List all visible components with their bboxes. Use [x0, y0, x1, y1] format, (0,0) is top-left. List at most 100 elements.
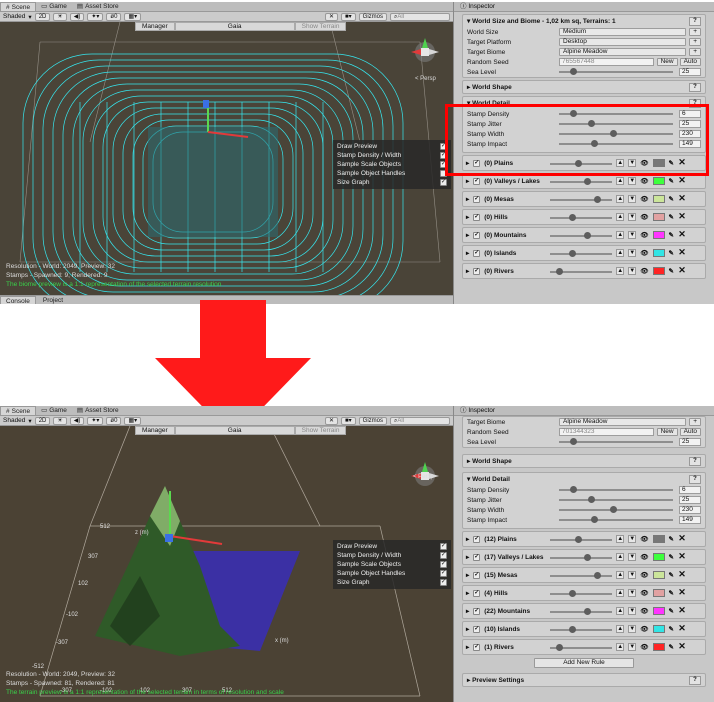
- move-up-icon[interactable]: ▲: [616, 589, 625, 597]
- eyedropper-icon[interactable]: ✎: [669, 553, 674, 561]
- slider-knob[interactable]: [593, 571, 601, 579]
- property-dropdown[interactable]: Alpine Meadow: [559, 48, 687, 56]
- move-down-icon[interactable]: ▼: [628, 177, 637, 185]
- overlay-checkbox[interactable]: ✓: [440, 179, 447, 186]
- rule-slider[interactable]: [550, 625, 613, 633]
- scene-viewport[interactable]: Manager Gaia Show Terrain < Persp z (m) …: [0, 426, 453, 702]
- eyedropper-icon[interactable]: ✎: [669, 231, 674, 239]
- move-down-icon[interactable]: ▼: [628, 571, 637, 579]
- slider-knob[interactable]: [568, 625, 576, 633]
- slider-knob[interactable]: [568, 589, 576, 597]
- detail-slider[interactable]: [559, 506, 673, 514]
- rule-color-swatch[interactable]: [652, 607, 665, 615]
- overlay-checkbox[interactable]: ✓: [440, 570, 447, 577]
- move-down-icon[interactable]: ▼: [628, 589, 637, 597]
- detail-value-field[interactable]: 230: [679, 506, 701, 514]
- mode-2d-button[interactable]: 2D: [34, 12, 51, 21]
- rule-slider[interactable]: [550, 571, 613, 579]
- slider-knob[interactable]: [584, 553, 592, 561]
- rule-enabled-checkbox[interactable]: ✓: [473, 535, 481, 543]
- rule-slider[interactable]: [550, 589, 613, 597]
- rule-slider[interactable]: [550, 249, 613, 257]
- property-dropdown[interactable]: Desktop: [559, 38, 687, 46]
- rule-slider[interactable]: [550, 607, 613, 615]
- rule-slider[interactable]: [550, 643, 613, 651]
- move-up-icon[interactable]: ▲: [616, 177, 625, 185]
- expand-icon[interactable]: ▸: [466, 249, 469, 257]
- eyedropper-icon[interactable]: ✎: [669, 625, 674, 633]
- move-up-icon[interactable]: ▲: [616, 571, 625, 579]
- expand-icon[interactable]: ▸: [466, 607, 469, 615]
- inspector-tab[interactable]: ⓘ Inspector: [454, 406, 714, 416]
- rule-enabled-checkbox[interactable]: ✓: [473, 553, 481, 561]
- rule-enabled-checkbox[interactable]: ✓: [473, 231, 481, 239]
- rule-color-swatch[interactable]: [652, 589, 665, 597]
- detail-slider[interactable]: [559, 496, 673, 504]
- eyedropper-icon[interactable]: ✎: [669, 643, 674, 651]
- persp-label[interactable]: < Persp: [415, 76, 436, 82]
- world-shape-header[interactable]: ▸ World Shape?: [463, 455, 705, 467]
- expand-icon[interactable]: ▸: [466, 589, 469, 597]
- help-icon[interactable]: ?: [689, 675, 701, 685]
- persp-label[interactable]: < Persp: [413, 474, 434, 480]
- manager-tab[interactable]: Manager: [135, 22, 175, 31]
- delete-rule-icon[interactable]: ✕: [678, 230, 686, 239]
- tab-game[interactable]: ▭ Game: [36, 2, 72, 11]
- sea-level-field[interactable]: 25: [679, 438, 701, 446]
- detail-value-field[interactable]: 25: [679, 496, 701, 504]
- eyedropper-icon[interactable]: ✎: [669, 195, 674, 203]
- camera-icon[interactable]: ■▾: [341, 12, 356, 21]
- manager-tab[interactable]: Manager: [135, 426, 175, 435]
- search-input[interactable]: ⌕ All: [390, 416, 450, 425]
- eye-icon[interactable]: 👁: [640, 177, 648, 185]
- rule-enabled-checkbox[interactable]: ✓: [473, 267, 481, 275]
- world-detail-header[interactable]: ▾ World Detail?: [463, 473, 705, 485]
- random-seed-field[interactable]: 765567448: [559, 58, 654, 66]
- eyedropper-icon[interactable]: ✎: [669, 607, 674, 615]
- rule-enabled-checkbox[interactable]: ✓: [473, 249, 481, 257]
- move-up-icon[interactable]: ▲: [616, 625, 625, 633]
- new-seed-button[interactable]: New: [656, 58, 678, 66]
- mode-2d-button[interactable]: 2D: [34, 416, 51, 425]
- move-up-icon[interactable]: ▲: [616, 231, 625, 239]
- eye-icon[interactable]: 👁: [640, 553, 648, 561]
- move-down-icon[interactable]: ▼: [628, 625, 637, 633]
- sea-level-field[interactable]: 25: [679, 68, 701, 76]
- slider-knob[interactable]: [570, 486, 578, 493]
- move-up-icon[interactable]: ▲: [616, 607, 625, 615]
- rule-slider[interactable]: [550, 213, 613, 221]
- tab-scene[interactable]: # Scene: [0, 2, 37, 11]
- rule-enabled-checkbox[interactable]: ✓: [473, 177, 481, 185]
- auto-seed-button[interactable]: Auto: [679, 428, 701, 436]
- delete-rule-icon[interactable]: ✕: [678, 570, 686, 579]
- eye-icon[interactable]: 👁: [640, 195, 648, 203]
- eyedropper-icon[interactable]: ✎: [669, 589, 674, 597]
- rule-slider[interactable]: [550, 267, 613, 275]
- lighting-icon[interactable]: ☀: [53, 416, 67, 425]
- add-icon[interactable]: +: [689, 38, 701, 46]
- audio-icon[interactable]: ◀): [69, 416, 85, 425]
- slider-knob[interactable]: [587, 496, 595, 503]
- delete-rule-icon[interactable]: ✕: [678, 194, 686, 203]
- add-icon[interactable]: +: [689, 418, 701, 426]
- rule-color-swatch[interactable]: [652, 267, 665, 275]
- expand-icon[interactable]: ▸: [466, 535, 469, 543]
- delete-rule-icon[interactable]: ✕: [678, 176, 686, 185]
- eye-icon[interactable]: 👁: [640, 571, 648, 579]
- slider-knob[interactable]: [584, 607, 592, 615]
- expand-icon[interactable]: ▸: [466, 571, 469, 579]
- eye-icon[interactable]: 👁: [640, 607, 648, 615]
- eye-icon[interactable]: 👁: [640, 643, 648, 651]
- rule-slider[interactable]: [550, 177, 613, 185]
- eye-icon[interactable]: 👁: [640, 625, 648, 633]
- rule-enabled-checkbox[interactable]: ✓: [473, 571, 481, 579]
- eyedropper-icon[interactable]: ✎: [669, 213, 674, 221]
- eye-icon[interactable]: 👁: [640, 231, 648, 239]
- tools-icon[interactable]: ✕: [324, 12, 339, 21]
- gaia-tab[interactable]: Gaia: [174, 22, 295, 31]
- add-new-rule-button[interactable]: Add New Rule: [534, 658, 634, 668]
- auto-seed-button[interactable]: Auto: [679, 58, 701, 66]
- rule-enabled-checkbox[interactable]: ✓: [473, 589, 481, 597]
- add-icon[interactable]: +: [689, 48, 701, 56]
- preview-settings-header[interactable]: ▸ Preview Settings?: [463, 674, 705, 686]
